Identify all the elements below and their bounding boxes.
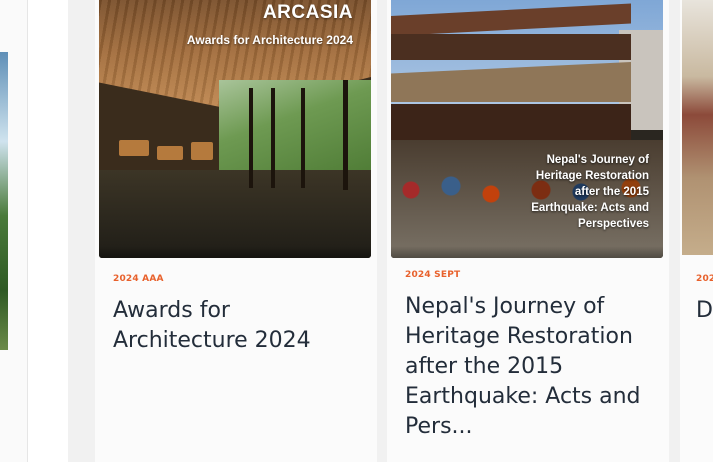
article-headline[interactable]: D A bbox=[696, 296, 713, 326]
article-card-partial-right[interactable]: 202 D A bbox=[680, 0, 713, 462]
article-card[interactable]: Nepal's Journey of Heritage Restoration … bbox=[387, 0, 669, 462]
article-card[interactable]: ARCASIA Awards for Architecture 2024 202… bbox=[95, 0, 377, 462]
article-tag: 2024 AAA bbox=[113, 274, 164, 284]
article-headline[interactable]: Awards for Architecture 2024 bbox=[113, 296, 363, 356]
cover-furniture bbox=[191, 142, 213, 160]
cover-title: ARCASIA Awards for Architecture 2024 bbox=[187, 2, 353, 48]
cover-title-subtitle: Awards for Architecture 2024 bbox=[186, 33, 353, 47]
temple-roof-tier bbox=[391, 34, 631, 60]
cover-column bbox=[271, 88, 275, 188]
article-cover-image bbox=[0, 52, 8, 350]
cover-footer-strip bbox=[99, 246, 371, 258]
cover-garden bbox=[219, 80, 371, 180]
article-tag: 2024 SEPT bbox=[405, 270, 461, 280]
article-cover-image[interactable]: ARCASIA Awards for Architecture 2024 bbox=[99, 0, 371, 258]
cover-column bbox=[249, 88, 253, 188]
article-headline[interactable]: Nepal's Journey of Heritage Restoration … bbox=[405, 292, 667, 442]
cover-overlay-title: Nepal's Journey of Heritage Restoration … bbox=[531, 154, 649, 230]
article-cover-image[interactable]: Nepal's Journey of Heritage Restoration … bbox=[391, 0, 663, 258]
temple-roof-tier bbox=[391, 104, 631, 144]
cover-column bbox=[301, 88, 305, 188]
cover-furniture bbox=[157, 146, 183, 160]
cover-footer-strip bbox=[391, 246, 663, 258]
carousel-gap bbox=[28, 0, 68, 462]
article-tag: 202 bbox=[696, 274, 713, 284]
cover-column bbox=[343, 80, 348, 190]
article-card-partial-left[interactable] bbox=[0, 0, 28, 462]
cover-title-brand: ARCASIA bbox=[262, 2, 353, 23]
article-cover-image[interactable] bbox=[682, 0, 713, 255]
cover-furniture bbox=[119, 140, 149, 156]
cover-floor bbox=[99, 170, 371, 258]
article-carousel: ARCASIA Awards for Architecture 2024 202… bbox=[0, 0, 713, 462]
